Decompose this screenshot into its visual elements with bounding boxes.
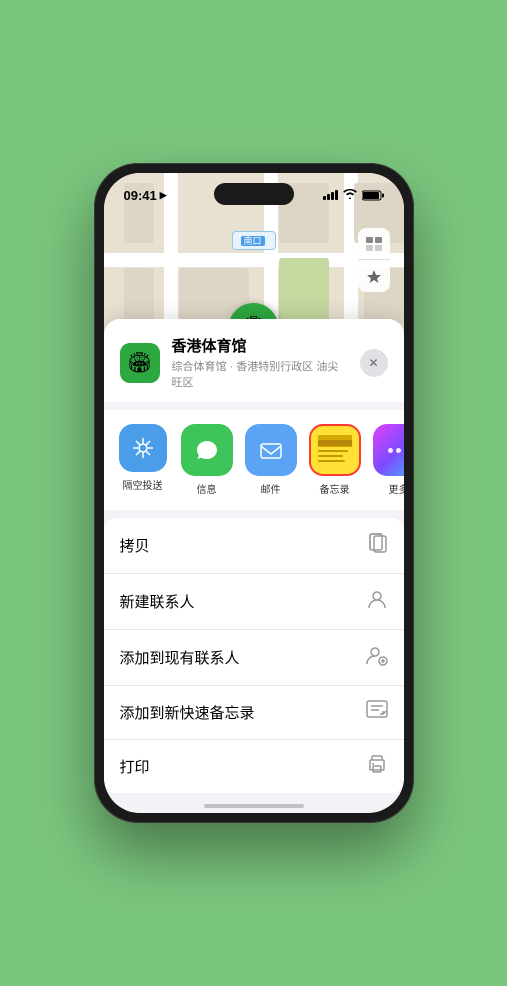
action-quick-note[interactable]: 添加到新快速备忘录 bbox=[104, 686, 404, 740]
phone-screen: 09:41 ▶ bbox=[104, 173, 404, 813]
more-label: 更多 bbox=[389, 481, 404, 496]
venue-header: 🏟 香港体育馆 综合体育馆 · 香港特别行政区 油尖旺区 ✕ bbox=[104, 319, 404, 402]
venue-info: 香港体育馆 综合体育馆 · 香港特别行政区 油尖旺区 bbox=[172, 335, 348, 390]
copy-icon bbox=[368, 532, 388, 559]
share-item-mail[interactable]: 邮件 bbox=[242, 424, 300, 496]
message-label: 信息 bbox=[197, 481, 217, 496]
share-row: 隔空投送 信息 bbox=[104, 410, 404, 510]
quick-note-icon bbox=[366, 700, 388, 725]
more-icon bbox=[373, 424, 404, 476]
bottom-sheet: 🏟 香港体育馆 综合体育馆 · 香港特别行政区 油尖旺区 ✕ bbox=[104, 319, 404, 813]
message-icon bbox=[181, 424, 233, 476]
map-view-toggle[interactable] bbox=[358, 228, 390, 260]
venue-icon: 🏟 bbox=[120, 343, 160, 383]
share-item-airdrop[interactable]: 隔空投送 bbox=[114, 424, 172, 496]
share-item-message[interactable]: 信息 bbox=[178, 424, 236, 496]
battery-icon bbox=[362, 190, 384, 201]
mail-label: 邮件 bbox=[261, 481, 281, 496]
action-new-contact-label: 新建联系人 bbox=[120, 591, 195, 612]
phone-frame: 09:41 ▶ bbox=[94, 163, 414, 823]
share-item-notes[interactable]: 备忘录 bbox=[306, 424, 364, 496]
action-add-contact[interactable]: 添加到现有联系人 bbox=[104, 630, 404, 686]
status-time: 09:41 ▶ bbox=[124, 188, 167, 203]
status-right-icons bbox=[323, 188, 384, 202]
share-item-more[interactable]: 更多 bbox=[370, 424, 404, 496]
location-center-button[interactable] bbox=[358, 260, 390, 292]
action-add-contact-label: 添加到现有联系人 bbox=[120, 647, 240, 668]
action-print-label: 打印 bbox=[120, 756, 150, 777]
action-copy-label: 拷贝 bbox=[120, 535, 150, 556]
new-contact-icon bbox=[366, 588, 388, 615]
close-button[interactable]: ✕ bbox=[360, 349, 388, 377]
action-copy[interactable]: 拷贝 bbox=[104, 518, 404, 574]
home-indicator bbox=[204, 804, 304, 808]
venue-name: 香港体育馆 bbox=[172, 335, 348, 356]
dynamic-island bbox=[214, 183, 294, 205]
map-location-label: 南口 bbox=[231, 231, 275, 250]
notes-icon bbox=[309, 424, 361, 476]
notes-label: 备忘录 bbox=[320, 481, 350, 496]
wifi-icon bbox=[343, 188, 357, 202]
airdrop-icon bbox=[119, 424, 167, 472]
print-icon bbox=[366, 754, 388, 779]
airdrop-label: 隔空投送 bbox=[123, 477, 163, 492]
signal-icon bbox=[323, 190, 338, 200]
add-contact-icon bbox=[366, 644, 388, 671]
time-label: 09:41 bbox=[124, 188, 157, 203]
mail-icon bbox=[245, 424, 297, 476]
map-controls bbox=[358, 228, 390, 292]
action-quick-note-label: 添加到新快速备忘录 bbox=[120, 702, 255, 723]
action-list: 拷贝 新建联系人 bbox=[104, 518, 404, 793]
action-new-contact[interactable]: 新建联系人 bbox=[104, 574, 404, 630]
location-arrow-icon: ▶ bbox=[160, 190, 167, 201]
venue-subtitle: 综合体育馆 · 香港特别行政区 油尖旺区 bbox=[172, 358, 348, 390]
action-print[interactable]: 打印 bbox=[104, 740, 404, 793]
